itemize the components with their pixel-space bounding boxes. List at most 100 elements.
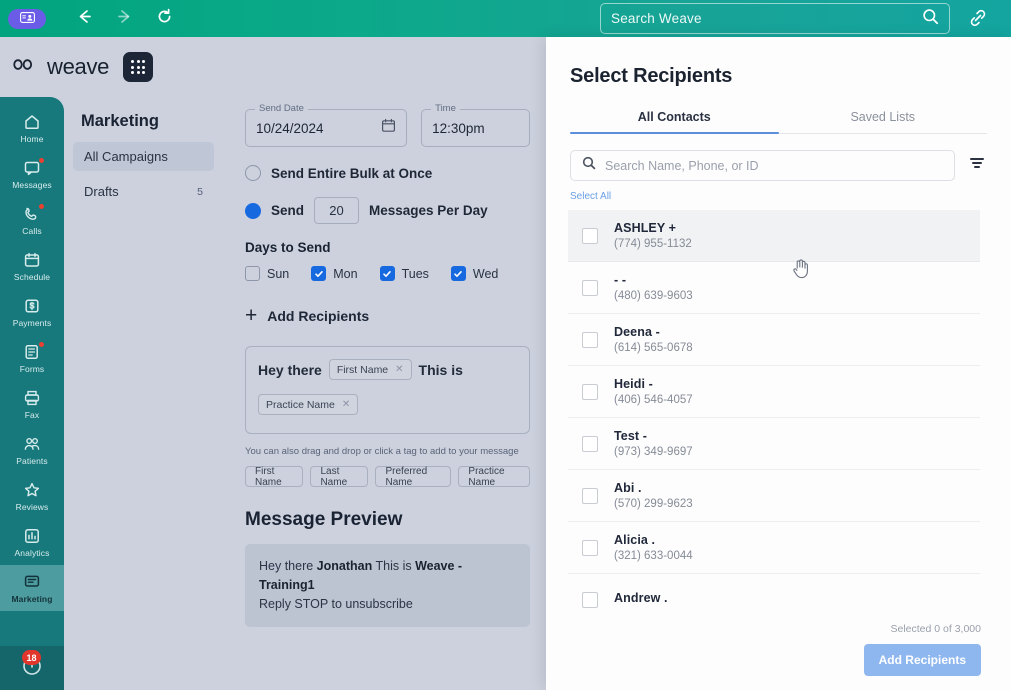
tag-last-name[interactable]: Last Name xyxy=(310,466,369,488)
tag-practice-name[interactable]: Practice Name xyxy=(458,466,530,488)
drawer-footer: Selected 0 of 3,000 Add Recipients xyxy=(546,608,1011,690)
analytics-icon xyxy=(23,527,42,546)
extension-button[interactable] xyxy=(8,8,46,29)
checkbox-checked-icon[interactable] xyxy=(311,266,327,281)
checkbox-checked-icon[interactable] xyxy=(450,266,466,281)
contact-phone: (406) 546-4057 xyxy=(614,394,693,406)
contact-search-input[interactable]: Search Name, Phone, or ID xyxy=(605,159,759,173)
tab-saved-lists[interactable]: Saved Lists xyxy=(779,110,988,133)
tag-preferred-name[interactable]: Preferred Name xyxy=(375,466,452,488)
nav-item-home[interactable]: Home xyxy=(0,105,64,151)
contact-row[interactable]: Alicia . (321) 633-0044 xyxy=(568,522,980,574)
contact-row[interactable]: Heidi - (406) 546-4057 xyxy=(568,366,980,418)
add-recipients-action[interactable]: + Add Recipients xyxy=(245,305,530,326)
nav-item-fax[interactable]: Fax xyxy=(0,381,64,427)
nav-item-reviews[interactable]: Reviews xyxy=(0,473,64,519)
contact-checkbox[interactable] xyxy=(582,383,598,400)
contact-row[interactable]: Deena - (614) 565-0678 xyxy=(568,314,980,366)
bulk-send-label: Send Entire Bulk at Once xyxy=(271,165,433,181)
radio-selected-icon[interactable] xyxy=(245,202,261,219)
back-button[interactable] xyxy=(74,9,94,29)
radio-unselected-icon[interactable] xyxy=(245,165,261,181)
contact-card-icon xyxy=(19,10,35,28)
add-recipients-button[interactable]: Add Recipients xyxy=(863,643,981,676)
bulk-send-option[interactable]: Send Entire Bulk at Once xyxy=(245,165,530,181)
weave-logo[interactable]: weave xyxy=(10,54,109,80)
contact-checkbox[interactable] xyxy=(582,435,598,452)
send-date-value: 10/24/2024 xyxy=(256,120,324,136)
contact-name: Abi . xyxy=(614,481,642,495)
calendar-icon[interactable] xyxy=(381,118,396,138)
day-label: Sun xyxy=(267,266,290,281)
throttled-send-option[interactable]: Send 20 Messages Per Day xyxy=(245,197,530,224)
subnav-item-drafts[interactable]: Drafts 5 xyxy=(73,177,214,206)
token-chip-practice-name[interactable]: Practice Name ✕ xyxy=(258,394,359,415)
contact-info: Test - (973) 349-9697 xyxy=(614,429,693,458)
token-chip-first-name[interactable]: First Name ✕ xyxy=(328,359,412,380)
dialpad-button[interactable] xyxy=(123,52,154,82)
contact-row[interactable]: ASHLEY + (774) 955-1132 xyxy=(568,210,980,262)
tag-first-name[interactable]: First Name xyxy=(245,466,304,488)
contact-checkbox[interactable] xyxy=(582,227,598,244)
contact-row[interactable]: Andrew . xyxy=(568,574,980,610)
contact-checkbox[interactable] xyxy=(582,279,598,296)
calendar-icon xyxy=(23,251,42,270)
filter-button[interactable] xyxy=(967,156,987,176)
nav-label: Payments xyxy=(12,317,52,328)
day-checkbox-sun[interactable]: Sun xyxy=(245,266,289,281)
contact-checkbox[interactable] xyxy=(582,539,598,556)
forward-button[interactable] xyxy=(114,9,134,29)
day-checkbox-wed[interactable]: Wed xyxy=(450,266,498,281)
nav-item-schedule[interactable]: Schedule xyxy=(0,243,64,289)
contact-checkbox[interactable] xyxy=(582,331,598,348)
contact-row[interactable]: - - (480) 639-9603 xyxy=(568,262,980,314)
subnav-item-all-campaigns[interactable]: All Campaigns xyxy=(73,142,214,171)
contact-checkbox[interactable] xyxy=(582,487,598,504)
nav-label: Calls xyxy=(22,225,42,236)
checkbox-unchecked-icon[interactable] xyxy=(245,266,260,281)
throttle-suffix-label: Messages Per Day xyxy=(369,203,488,218)
contact-search-field[interactable]: Search Name, Phone, or ID xyxy=(570,150,955,181)
nav-item-patients[interactable]: Patients xyxy=(0,427,64,473)
contact-phone: (570) 299-9623 xyxy=(614,498,693,510)
dialpad-icon xyxy=(131,60,146,74)
nav-item-payments[interactable]: Payments xyxy=(0,289,64,335)
notifications-tray[interactable]: 18 xyxy=(0,646,64,690)
contact-list: ASHLEY + (774) 955-1132 - - (480) 639-96… xyxy=(568,210,980,610)
global-search-bar[interactable]: Search Weave xyxy=(600,3,950,34)
link-icon xyxy=(966,9,990,34)
send-time-field[interactable]: Time 12:30pm xyxy=(421,103,530,147)
days-to-send-group: Sun Mon Tues Wed xyxy=(245,266,530,281)
selected-count: Selected 0 of 3,000 xyxy=(890,622,982,635)
messages-per-day-input[interactable]: 20 xyxy=(314,197,360,224)
select-all-link[interactable]: Select All xyxy=(570,191,1011,202)
search-icon xyxy=(582,156,596,175)
link-button[interactable] xyxy=(966,6,990,30)
close-icon[interactable]: ✕ xyxy=(395,364,403,375)
nav-item-messages[interactable]: Messages xyxy=(0,151,64,197)
contact-checkbox[interactable] xyxy=(582,591,598,608)
send-date-field[interactable]: Send Date 10/24/2024 xyxy=(245,103,408,147)
message-composer[interactable]: Hey there First Name ✕ This is Practice … xyxy=(245,346,530,434)
throttle-prefix-label: Send xyxy=(271,203,305,218)
composer-text-1: Hey there xyxy=(258,362,322,378)
close-icon[interactable]: ✕ xyxy=(342,399,350,410)
reload-icon xyxy=(155,7,174,31)
nav-item-marketing[interactable]: Marketing xyxy=(0,565,64,611)
reload-button[interactable] xyxy=(154,7,174,31)
search-icon[interactable] xyxy=(922,8,939,30)
nav-item-analytics[interactable]: Analytics xyxy=(0,519,64,565)
global-search-input[interactable]: Search Weave xyxy=(611,11,922,26)
day-checkbox-tues[interactable]: Tues xyxy=(379,266,429,281)
contact-name: Heidi - xyxy=(614,377,653,391)
contact-row[interactable]: Test - (973) 349-9697 xyxy=(568,418,980,470)
subnav-label: Drafts xyxy=(84,184,119,199)
contact-row[interactable]: Abi . (570) 299-9623 xyxy=(568,470,980,522)
checkbox-checked-icon[interactable] xyxy=(379,266,395,281)
day-checkbox-mon[interactable]: Mon xyxy=(311,266,358,281)
marketing-subnav: Marketing All Campaigns Drafts 5 xyxy=(64,97,223,690)
nav-item-forms[interactable]: Forms xyxy=(0,335,64,381)
tab-all-contacts[interactable]: All Contacts xyxy=(570,110,779,134)
nav-item-calls[interactable]: Calls xyxy=(0,197,64,243)
fax-icon xyxy=(23,389,42,408)
